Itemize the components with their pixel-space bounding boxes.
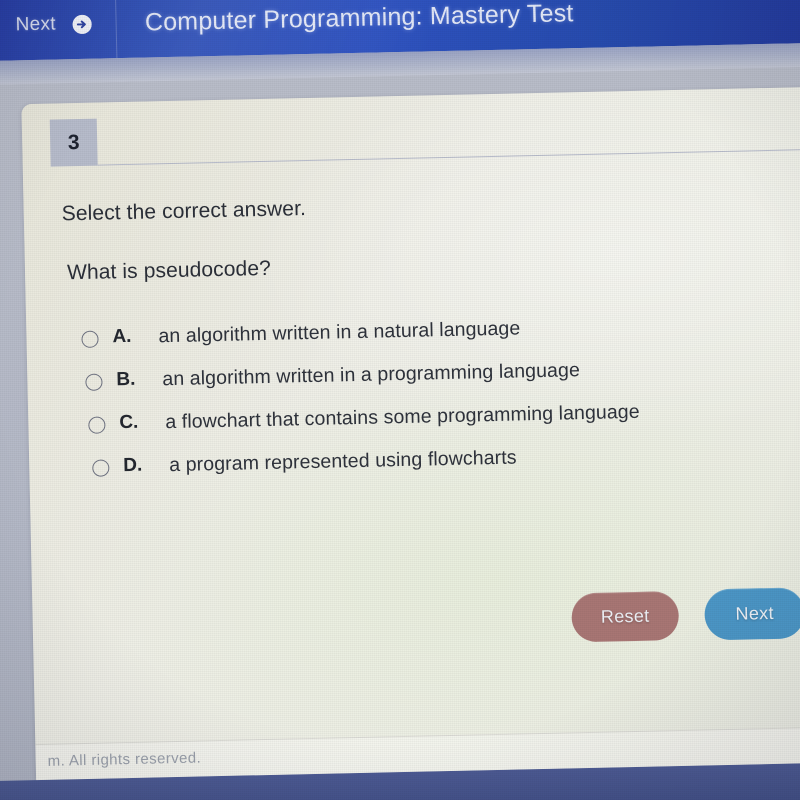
next-button[interactable]: Next — [704, 587, 800, 641]
question-card: 3 Select the correct answer. What is pse… — [21, 86, 800, 781]
answer-option-d[interactable]: D. a program represented using flowchart… — [37, 440, 800, 480]
copyright-text: m. All rights reserved. — [47, 749, 202, 770]
question-text: What is pseudocode? — [66, 256, 272, 285]
option-text-a: an algorithm written in a natural langua… — [158, 317, 521, 348]
header-next-label: Next — [15, 13, 57, 36]
reset-button[interactable]: Reset — [571, 591, 680, 643]
option-letter-a: A. — [112, 325, 132, 348]
option-text-c: a flowchart that contains some programmi… — [165, 400, 640, 434]
answer-option-a[interactable]: A. an algorithm written in a natural lan… — [26, 311, 800, 351]
radio-button-b[interactable] — [85, 373, 103, 391]
option-letter-d: D. — [123, 454, 143, 477]
instruction-text: Select the correct answer. — [61, 197, 307, 226]
radio-button-d[interactable] — [92, 459, 110, 477]
page-title: Computer Programming: Mastery Test — [144, 0, 574, 37]
option-text-b: an algorithm written in a programming la… — [162, 359, 581, 391]
answer-options-list: A. an algorithm written in a natural lan… — [26, 311, 800, 480]
answer-option-c[interactable]: C. a flowchart that contains some progra… — [33, 397, 800, 437]
question-number: 3 — [67, 130, 80, 154]
radio-button-c[interactable] — [88, 416, 106, 434]
arrow-right-circle-icon[interactable] — [72, 14, 93, 34]
option-letter-b: B. — [116, 368, 136, 391]
question-number-tab[interactable]: 3 — [49, 118, 98, 167]
action-buttons: Reset Next — [32, 587, 800, 655]
radio-button-a[interactable] — [81, 330, 99, 348]
photographed-screen: Next Computer Programming: Mastery Test … — [0, 0, 800, 800]
option-text-d: a program represented using flowcharts — [169, 446, 517, 477]
screen-surface: Next Computer Programming: Mastery Test … — [0, 0, 800, 800]
answer-option-b[interactable]: B. an algorithm written in a programming… — [30, 354, 800, 394]
option-letter-c: C. — [119, 411, 139, 434]
header-next-nav[interactable]: Next — [0, 0, 118, 62]
question-body: Select the correct answer. What is pseud… — [23, 149, 800, 643]
